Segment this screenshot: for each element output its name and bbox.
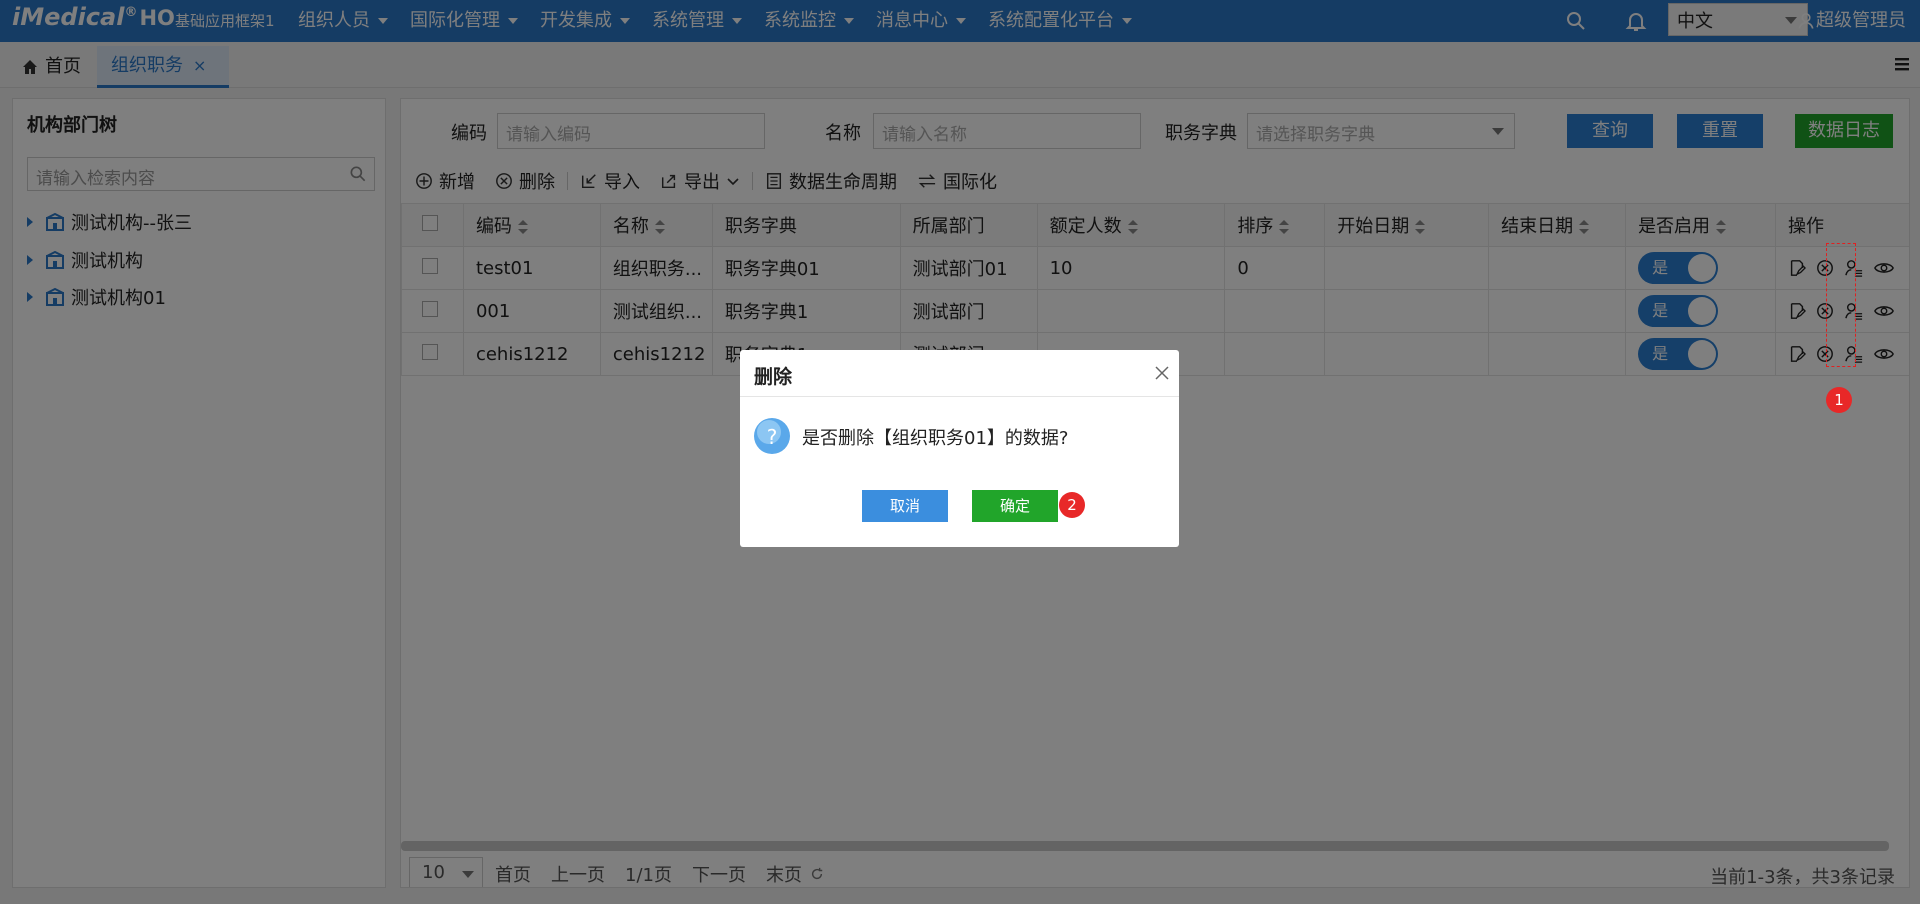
delete-confirm-dialog: 删除 ? 是否删除【组织职务01】的数据? 取消 确定 xyxy=(740,350,1179,547)
question-icon: ? xyxy=(754,418,790,454)
divider xyxy=(740,396,1179,397)
dialog-title: 删除 xyxy=(754,366,793,388)
close-icon[interactable] xyxy=(1155,366,1169,380)
step-badge-2: 2 xyxy=(1059,492,1085,518)
highlight-box xyxy=(1826,243,1856,367)
svg-text:?: ? xyxy=(767,425,778,449)
confirm-button[interactable]: 确定 xyxy=(972,490,1058,522)
dialog-message: 是否删除【组织职务01】的数据? xyxy=(802,428,1069,449)
cancel-button[interactable]: 取消 xyxy=(862,490,948,522)
step-badge-1: 1 xyxy=(1826,387,1852,413)
